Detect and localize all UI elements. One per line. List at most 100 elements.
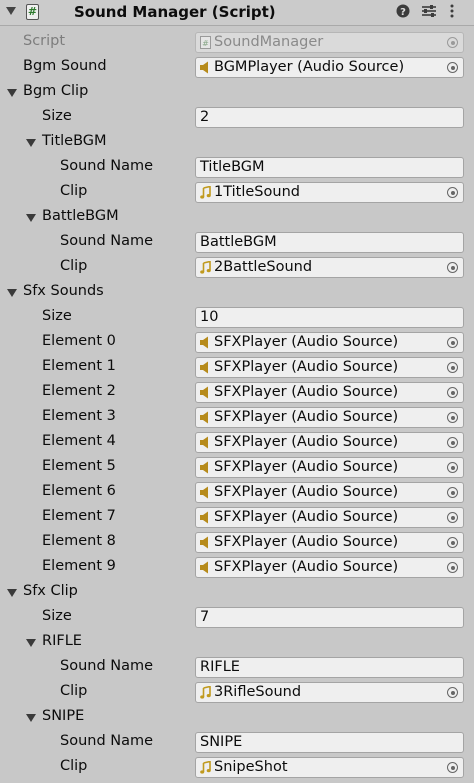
bgm-clip-size-row: Size 2 — [0, 105, 474, 130]
sfx-clip-item-foldout[interactable]: SNIPE — [0, 705, 474, 730]
clip-label: Clip — [60, 683, 88, 699]
fold-arrow-icon[interactable] — [6, 7, 16, 15]
element-field[interactable]: SFXPlayer (Audio Source) — [195, 482, 464, 503]
element-label: Element 0 — [42, 333, 116, 349]
sfx-element-row: Element 9 SFXPlayer (Audio Source) — [0, 555, 474, 580]
sound-name-input[interactable]: RIFLE — [195, 657, 464, 678]
item-label: SNIPE — [42, 708, 85, 724]
object-picker-icon[interactable] — [447, 512, 458, 523]
bgm-sound-label: Bgm Sound — [23, 58, 107, 74]
sfx-element-row: Element 8 SFXPlayer (Audio Source) — [0, 530, 474, 555]
clip-field[interactable]: 1TitleSound — [195, 182, 464, 203]
object-picker-icon[interactable] — [447, 387, 458, 398]
clip-field[interactable]: 2BattleSound — [195, 257, 464, 278]
item-label: RIFLE — [42, 633, 82, 649]
element-field[interactable]: SFXPlayer (Audio Source) — [195, 432, 464, 453]
sound-name-input[interactable]: TitleBGM — [195, 157, 464, 178]
element-label: Element 6 — [42, 483, 116, 499]
element-field[interactable]: SFXPlayer (Audio Source) — [195, 532, 464, 553]
sfx-sounds-foldout[interactable]: Sfx Sounds — [0, 280, 474, 305]
sfx-element-row: Element 4 SFXPlayer (Audio Source) — [0, 430, 474, 455]
sfx-clip-item-foldout[interactable]: RIFLE — [0, 630, 474, 655]
audio-clip-icon — [200, 186, 211, 199]
audio-source-icon — [200, 536, 208, 549]
sfx-element-row: Element 6 SFXPlayer (Audio Source) — [0, 480, 474, 505]
item-label: BattleBGM — [42, 208, 119, 224]
element-value: SFXPlayer (Audio Source) — [214, 459, 399, 475]
element-label: Element 9 — [42, 558, 116, 574]
size-value: 7 — [200, 609, 210, 625]
element-label: Element 3 — [42, 408, 116, 424]
sfx-clip-foldout[interactable]: Sfx Clip — [0, 580, 474, 605]
audio-clip-icon — [200, 686, 211, 699]
script-row: Script # SoundManager — [0, 30, 474, 55]
bgm-clip-item-foldout[interactable]: BattleBGM — [0, 205, 474, 230]
foldout-arrow-icon[interactable] — [26, 139, 36, 147]
sound-name-label: Sound Name — [60, 658, 154, 674]
help-icon[interactable]: ? — [396, 4, 410, 22]
clip-field[interactable]: SnipeShot — [195, 757, 464, 778]
bgm-clip-size-field[interactable]: 2 — [195, 107, 464, 128]
sound-name-value: SNIPE — [200, 734, 243, 750]
audio-source-icon — [200, 386, 208, 399]
audio-source-icon — [200, 461, 208, 474]
foldout-arrow-icon[interactable] — [7, 289, 17, 297]
audio-source-icon — [200, 511, 208, 524]
object-picker-icon[interactable] — [447, 362, 458, 373]
element-field[interactable]: SFXPlayer (Audio Source) — [195, 407, 464, 428]
object-picker-icon[interactable] — [447, 262, 458, 273]
clip-row: Clip 2BattleSound — [0, 255, 474, 280]
element-field[interactable]: SFXPlayer (Audio Source) — [195, 332, 464, 353]
sound-name-input[interactable]: SNIPE — [195, 732, 464, 753]
object-picker-icon[interactable] — [447, 687, 458, 698]
foldout-arrow-icon[interactable] — [7, 589, 17, 597]
sfx-sounds-size-row: Size 10 — [0, 305, 474, 330]
sfx-sounds-label: Sfx Sounds — [23, 283, 104, 299]
foldout-arrow-icon[interactable] — [7, 89, 17, 97]
sfx-clip-size-field[interactable]: 7 — [195, 607, 464, 628]
bgm-clip-foldout[interactable]: Bgm Clip — [0, 80, 474, 105]
element-field[interactable]: SFXPlayer (Audio Source) — [195, 382, 464, 403]
object-picker-icon[interactable] — [447, 437, 458, 448]
element-field[interactable]: SFXPlayer (Audio Source) — [195, 457, 464, 478]
sound-name-input[interactable]: BattleBGM — [195, 232, 464, 253]
element-value: SFXPlayer (Audio Source) — [214, 384, 399, 400]
sound-name-label: Sound Name — [60, 233, 154, 249]
element-value: SFXPlayer (Audio Source) — [214, 559, 399, 575]
object-picker-icon[interactable] — [447, 462, 458, 473]
object-picker-icon[interactable] — [447, 562, 458, 573]
clip-field[interactable]: 3RifleSound — [195, 682, 464, 703]
element-field[interactable]: SFXPlayer (Audio Source) — [195, 557, 464, 578]
object-picker-icon[interactable] — [447, 187, 458, 198]
element-field[interactable]: SFXPlayer (Audio Source) — [195, 507, 464, 528]
object-picker-icon[interactable] — [447, 337, 458, 348]
bgm-clip-item-foldout[interactable]: TitleBGM — [0, 130, 474, 155]
foldout-arrow-icon[interactable] — [26, 714, 36, 722]
sfx-element-row: Element 0 SFXPlayer (Audio Source) — [0, 330, 474, 355]
sound-name-row: Sound Name TitleBGM — [0, 155, 474, 180]
bgm-sound-field[interactable]: BGMPlayer (Audio Source) — [195, 57, 464, 78]
foldout-arrow-icon[interactable] — [26, 214, 36, 222]
object-picker-icon[interactable] — [447, 62, 458, 73]
kebab-menu-icon[interactable] — [449, 4, 455, 22]
size-label: Size — [42, 608, 72, 624]
object-picker-icon[interactable] — [447, 412, 458, 423]
foldout-arrow-icon[interactable] — [26, 639, 36, 647]
audio-source-icon — [200, 411, 208, 424]
element-field[interactable]: SFXPlayer (Audio Source) — [195, 357, 464, 378]
script-icon: # — [26, 4, 39, 20]
object-picker-icon[interactable] — [447, 537, 458, 548]
preset-icon[interactable] — [421, 4, 437, 22]
sfx-element-row: Element 1 SFXPlayer (Audio Source) — [0, 355, 474, 380]
sfx-sounds-size-field[interactable]: 10 — [195, 307, 464, 328]
svg-text:#: # — [202, 39, 209, 48]
clip-value: 1TitleSound — [214, 184, 300, 200]
clip-value: 3RifleSound — [214, 684, 302, 700]
element-value: SFXPlayer (Audio Source) — [214, 409, 399, 425]
object-picker-icon[interactable] — [447, 487, 458, 498]
object-picker-icon[interactable] — [447, 762, 458, 773]
size-value: 2 — [200, 109, 210, 125]
sound-name-label: Sound Name — [60, 158, 154, 174]
audio-source-icon — [200, 561, 208, 574]
audio-source-icon — [200, 361, 208, 374]
